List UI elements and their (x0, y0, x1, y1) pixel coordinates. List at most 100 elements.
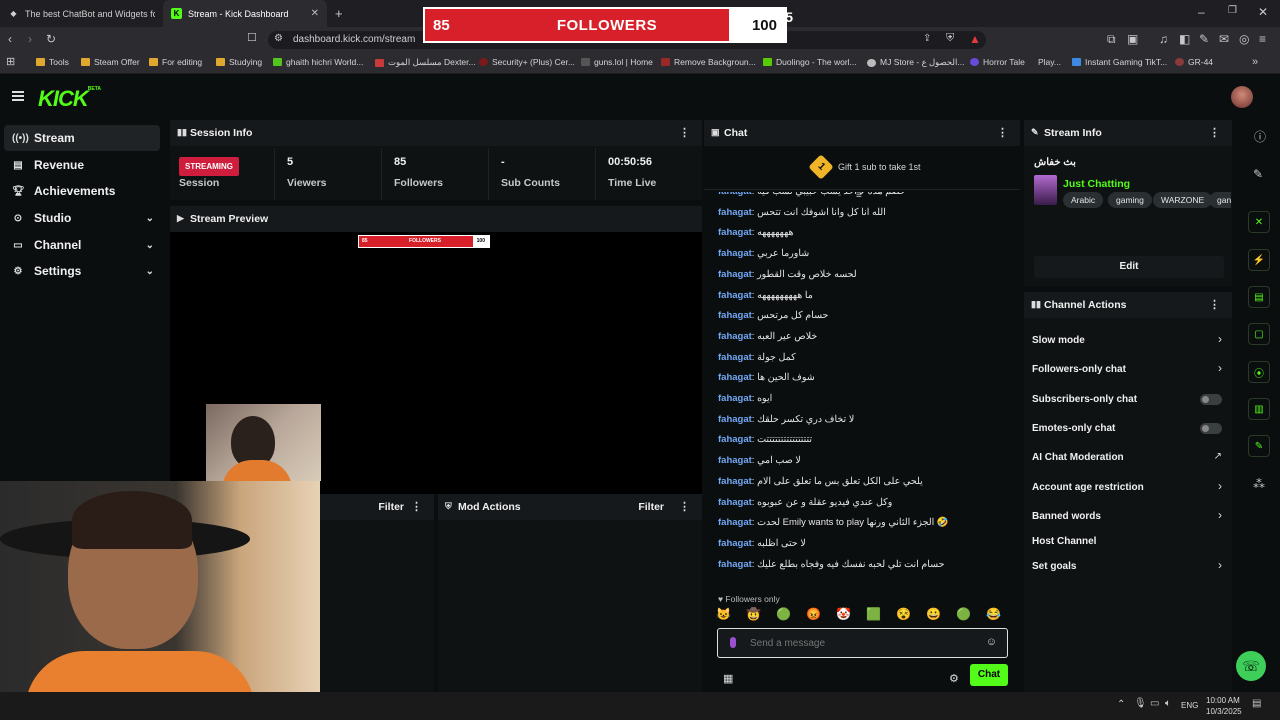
emote-button[interactable]: 😵 (896, 607, 911, 621)
chat-username[interactable]: fahagat (718, 455, 752, 466)
chat-username[interactable]: fahagat (718, 434, 752, 445)
chat-username[interactable]: fahagat (718, 248, 752, 259)
chat-username[interactable]: fahagat (718, 393, 752, 404)
sidebar-item-revenue[interactable]: ▤ Revenue (4, 152, 160, 178)
browser-tab-active[interactable]: K Stream - Kick Dashboard ✕ (163, 0, 327, 27)
bookmark-item[interactable]: مسلسل الموت Dexter... (375, 57, 476, 68)
rail-close-icon[interactable]: ✕ (1248, 211, 1270, 233)
chat-username[interactable]: fahagat (718, 538, 752, 549)
chat-message[interactable]: fahagat: وكل عندي فيديو عقلة و عن عبوبوه (718, 497, 892, 508)
site-settings-icon[interactable]: ⚙ (274, 34, 283, 44)
chat-message[interactable]: fahagat: ما هههههههههه (718, 290, 813, 301)
avatar[interactable] (1231, 86, 1253, 108)
channel-action-row[interactable]: Banned words › (1024, 506, 1232, 526)
channel-action-row[interactable]: Subscribers-only chat (1024, 389, 1232, 409)
chat-username[interactable]: fahagat (718, 476, 752, 487)
sidebar-item-achievements[interactable]: 🏆︎ Achievements (4, 178, 160, 204)
clock-time[interactable]: 10:00 AM (1206, 696, 1240, 705)
bookmark-item[interactable]: Instant Gaming TikT... (1072, 57, 1167, 67)
filter-button[interactable]: Filter (638, 501, 664, 513)
tag[interactable]: gaming (1108, 192, 1152, 208)
rewards-icon[interactable]: ▲ (969, 33, 981, 45)
chat-message[interactable]: fahagat: لا حتى اظلبه (718, 538, 806, 549)
emoji-picker-icon[interactable]: ☺ (986, 636, 997, 648)
info-icon[interactable]: ⓘ (1254, 131, 1266, 143)
rail-broadcast-icon[interactable]: ⦿ (1248, 361, 1270, 383)
channel-action-row[interactable]: Host Channel (1024, 531, 1232, 551)
new-tab-icon[interactable]: + (335, 7, 343, 20)
more-options-icon[interactable]: ⋮ (679, 500, 690, 513)
emote-button[interactable]: 🤡 (836, 607, 851, 621)
sidebar-item-studio[interactable]: ⊙ Studio ⌄ (4, 205, 160, 231)
brave-shield-icon[interactable]: ⛨ (946, 33, 954, 44)
tray-chevron-icon[interactable]: ⌃ (1117, 700, 1125, 710)
subscribers-only-toggle[interactable] (1200, 394, 1222, 405)
chat-message[interactable]: fahagat: لا صب امي (718, 455, 801, 466)
emote-button[interactable]: 🟢 (956, 607, 971, 621)
chat-message[interactable]: fahagat: خلاص عير العبه (718, 331, 817, 342)
rail-flash-icon[interactable]: ⚡ (1248, 249, 1270, 271)
bookmark-item[interactable]: Remove Backgroun... (661, 57, 756, 67)
microphone-tray-icon[interactable]: 🎙︎ (1134, 699, 1147, 709)
bookmark-item[interactable]: MJ Store - الحصول ع... (867, 57, 964, 68)
rail-tools-icon[interactable]: ✎ (1248, 435, 1270, 457)
tools-icon[interactable]: ✎ (1199, 33, 1209, 45)
reload-icon[interactable]: ↻ (46, 33, 56, 45)
rail-group-icon[interactable]: ⁂ (1253, 478, 1265, 490)
maximize-icon[interactable]: ❐ (1228, 6, 1237, 16)
emote-button[interactable]: 🟩 (866, 607, 881, 621)
filter-button[interactable]: Filter (378, 501, 404, 513)
close-window-icon[interactable]: ✕ (1258, 6, 1268, 18)
channel-action-row[interactable]: Followers-only chat › (1024, 359, 1232, 379)
emote-button[interactable]: 🟢 (776, 607, 791, 621)
channel-action-row[interactable]: Emotes-only chat (1024, 418, 1232, 438)
volume-icon[interactable]: 🔈︎ (1165, 699, 1171, 709)
chat-message[interactable]: fahagat: خصم هذه لا احد يسب حبيبي نسب في… (718, 192, 906, 197)
language-indicator[interactable]: ENG (1181, 701, 1198, 710)
bookmark-item[interactable]: Horror Tale (970, 57, 1025, 67)
wallet-icon[interactable]: ✉ (1219, 33, 1229, 45)
bookmark-item[interactable]: guns.lol | Home (581, 57, 653, 67)
more-bookmarks-icon[interactable]: » (1252, 57, 1258, 68)
emote-button[interactable]: 🤠 (746, 607, 761, 621)
more-options-icon[interactable]: ⋮ (1209, 298, 1220, 311)
chat-message[interactable]: fahagat: يلحي على الكل تعلق بس ما تعلق ع… (718, 476, 923, 487)
sidebar-item-stream[interactable]: ((•)) Stream (4, 125, 160, 151)
channel-action-row[interactable]: Slow mode › (1024, 330, 1232, 350)
screenshot-icon[interactable]: ▣ (1127, 33, 1138, 45)
chat-username[interactable]: fahagat (718, 331, 752, 342)
chat-message[interactable]: fahagat: حسام كل مرتحس (718, 310, 828, 321)
microphone-icon[interactable] (730, 637, 736, 648)
tag[interactable]: WARZONE (1153, 192, 1213, 208)
chat-username[interactable]: fahagat (718, 227, 752, 238)
vpn-icon[interactable]: ◎ (1239, 33, 1249, 45)
bookmark-item[interactable]: Play... (1038, 57, 1061, 67)
bookmark-item[interactable]: Duolingo - The worl... (763, 57, 857, 67)
sidebar-icon[interactable]: ◧ (1179, 33, 1190, 45)
more-options-icon[interactable]: ⋮ (679, 126, 690, 139)
chat-username[interactable]: fahagat (718, 372, 752, 383)
chat-username[interactable]: fahagat (718, 192, 752, 197)
more-options-icon[interactable]: ⋮ (997, 126, 1008, 139)
rail-chat-icon[interactable]: ▢ (1248, 323, 1270, 345)
channel-action-row[interactable]: Account age restriction › (1024, 477, 1232, 497)
emote-button[interactable]: 😀 (926, 607, 941, 621)
emotes-only-toggle[interactable] (1200, 423, 1222, 434)
chat-message[interactable]: fahagat: ايوه (718, 393, 772, 404)
sidebar-item-channel[interactable]: ▭ Channel ⌄ (4, 232, 160, 258)
chat-username[interactable]: fahagat (718, 290, 752, 301)
network-icon[interactable]: ▭ (1150, 699, 1159, 709)
gift-sub-banner[interactable]: 1 Gift 1 sub to take 1st (704, 150, 1020, 190)
clock-date[interactable]: 10/3/2025 (1206, 707, 1242, 716)
bookmark-icon[interactable]: ☐ (247, 33, 257, 44)
chat-message[interactable]: fahagat: حسام انت تلي لحبه نفسك فيه وفجا… (718, 559, 945, 570)
bookmark-item[interactable]: GR-44 (1175, 57, 1213, 67)
channel-action-row[interactable]: AI Chat Moderation ↗ (1024, 447, 1232, 467)
tag[interactable]: Arabic (1063, 192, 1104, 208)
media-icon[interactable]: ♫ (1159, 33, 1168, 45)
tag[interactable]: gan (1209, 192, 1231, 208)
share-icon[interactable]: ⇪ (923, 34, 931, 44)
gift-icon[interactable]: ▦ (723, 672, 733, 685)
bookmark-item[interactable]: Security+ (Plus) Cer... (479, 57, 575, 67)
chat-message[interactable]: fahagat: لحدت Emily wants to play الجزء … (718, 517, 949, 528)
